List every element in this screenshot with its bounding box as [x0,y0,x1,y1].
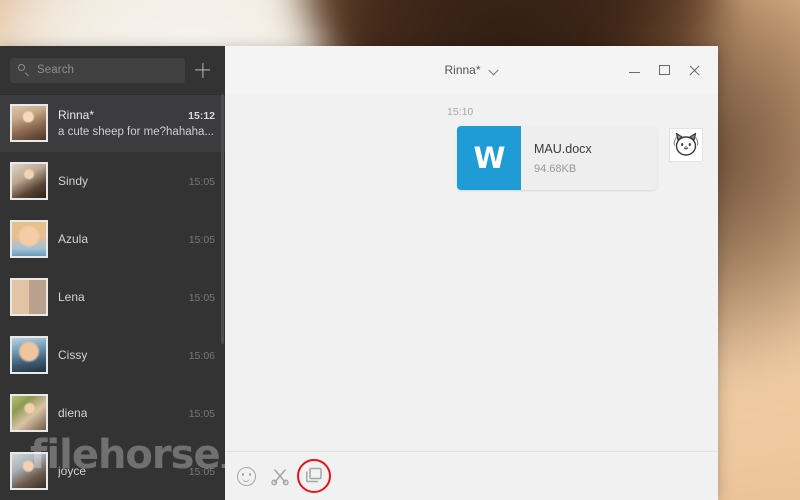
conversation-item[interactable]: Azula 15:05 [0,210,225,268]
conversation-list[interactable]: Rinna* 15:12 a cute sheep for me?hahaha...… [0,94,225,500]
avatar [10,452,48,490]
conversation-meta: Lena 15:05 [58,290,215,304]
file-size: 94.68KB [534,162,577,175]
conversation-top-line: Lena 15:05 [58,290,215,304]
collage-four-photo [12,280,46,314]
avatar [10,162,48,200]
emoji-icon [237,467,256,486]
conversation-top-line: Rinna* 15:12 [58,108,215,122]
conversation-meta: joyce 15:05 [58,464,215,478]
add-conversation-button[interactable] [187,55,219,85]
chat-title: Rinna* [444,63,481,77]
chevron-down-icon[interactable] [490,66,499,75]
message-row: W MAU.docx 94.68KB [225,126,718,190]
conversation-name: diena [58,406,88,420]
message-timestamp: 15:10 [447,106,474,118]
conversation-top-line: diena 15:05 [58,406,215,420]
conversation-meta: Rinna* 15:12 a cute sheep for me?hahaha... [58,108,215,138]
conversation-time: 15:12 [188,110,215,122]
conversation-meta: Cissy 15:06 [58,348,215,362]
conversation-meta: diena 15:05 [58,406,215,420]
message-sender-avatar[interactable] [669,128,703,162]
conversation-item[interactable]: Lena 15:05 [0,268,225,326]
sidebar-scrollbar[interactable] [221,94,224,344]
man-blond-photo [12,222,46,256]
avatar [10,104,48,142]
avatar [10,336,48,374]
screenshot-button[interactable] [267,463,293,489]
message-area: 15:10 W MAU.docx 94.68KB [225,94,718,451]
screen-share-button[interactable] [297,459,331,493]
conversation-item[interactable]: Cissy 15:06 [0,326,225,384]
scissors-icon [271,469,289,486]
woman-blonde-photo [12,106,46,140]
conversation-item[interactable]: joyce 15:05 [0,442,225,500]
cat-face-icon [673,132,699,156]
maximize-button[interactable] [650,55,680,85]
conversation-time: 15:05 [188,292,215,304]
file-name: MAU.docx [534,141,592,156]
conversation-name: Cissy [58,348,88,362]
minimize-button[interactable] [620,55,650,85]
sidebar: Search Rinna* 15:12 a cute sheep for me?ha… [0,46,225,500]
woman-brunette-photo [12,164,46,198]
search-icon [18,64,30,76]
conversation-time: 15:05 [188,466,215,478]
word-document-icon: W [457,126,521,190]
conversation-name: Azula [58,232,89,246]
conversation-meta: Azula 15:05 [58,232,215,246]
conversation-item[interactable]: Rinna* 15:12 a cute sheep for me?hahaha... [0,94,225,152]
conversation-top-line: joyce 15:05 [58,464,215,478]
conversation-item[interactable]: Sindy 15:05 [0,152,225,210]
conversation-top-line: Sindy 15:05 [58,174,215,188]
conversation-name: joyce [58,464,87,478]
file-message-bubble[interactable]: W MAU.docx 94.68KB [457,126,657,190]
close-button[interactable] [680,55,710,85]
conversation-preview: a cute sheep for me?hahaha... [58,126,214,138]
chat-title-dropdown[interactable]: Rinna* [444,63,498,77]
window-controls [620,55,710,85]
avatar [10,278,48,316]
conversation-time: 15:06 [188,350,215,362]
conversation-name: Lena [58,290,85,304]
search-placeholder: Search [37,64,75,76]
conversation-name: Rinna* [58,108,95,122]
chat-panel: Rinna* 15:10 W MAU.docx 94.68KB [225,46,718,500]
screen-share-icon [306,467,322,483]
chat-toolbar [225,451,718,500]
file-info: MAU.docx 94.68KB [521,142,592,175]
word-icon-letter: W [473,140,506,175]
conversation-top-line: Azula 15:05 [58,232,215,246]
conversation-time: 15:05 [188,234,215,246]
conversation-time: 15:05 [188,176,215,188]
man-smiling-photo [12,338,46,372]
conversation-meta: Sindy 15:05 [58,174,215,188]
avatar [10,394,48,432]
emoji-button[interactable] [233,463,259,489]
chat-titlebar: Rinna* [225,46,718,94]
conversation-time: 15:05 [188,408,215,420]
screen: Search Rinna* 15:12 a cute sheep for me?ha… [0,0,800,500]
conversation-item[interactable]: diena 15:05 [0,384,225,442]
conversation-name: Sindy [58,174,89,188]
conversation-top-line: Cissy 15:06 [58,348,215,362]
sidebar-search-row: Search [0,46,225,94]
avatar [10,220,48,258]
woman-outdoors-photo [12,396,46,430]
woman-scarf-photo [12,454,46,488]
search-input[interactable]: Search [10,57,185,83]
messenger-window: Search Rinna* 15:12 a cute sheep for me?ha… [0,46,718,500]
